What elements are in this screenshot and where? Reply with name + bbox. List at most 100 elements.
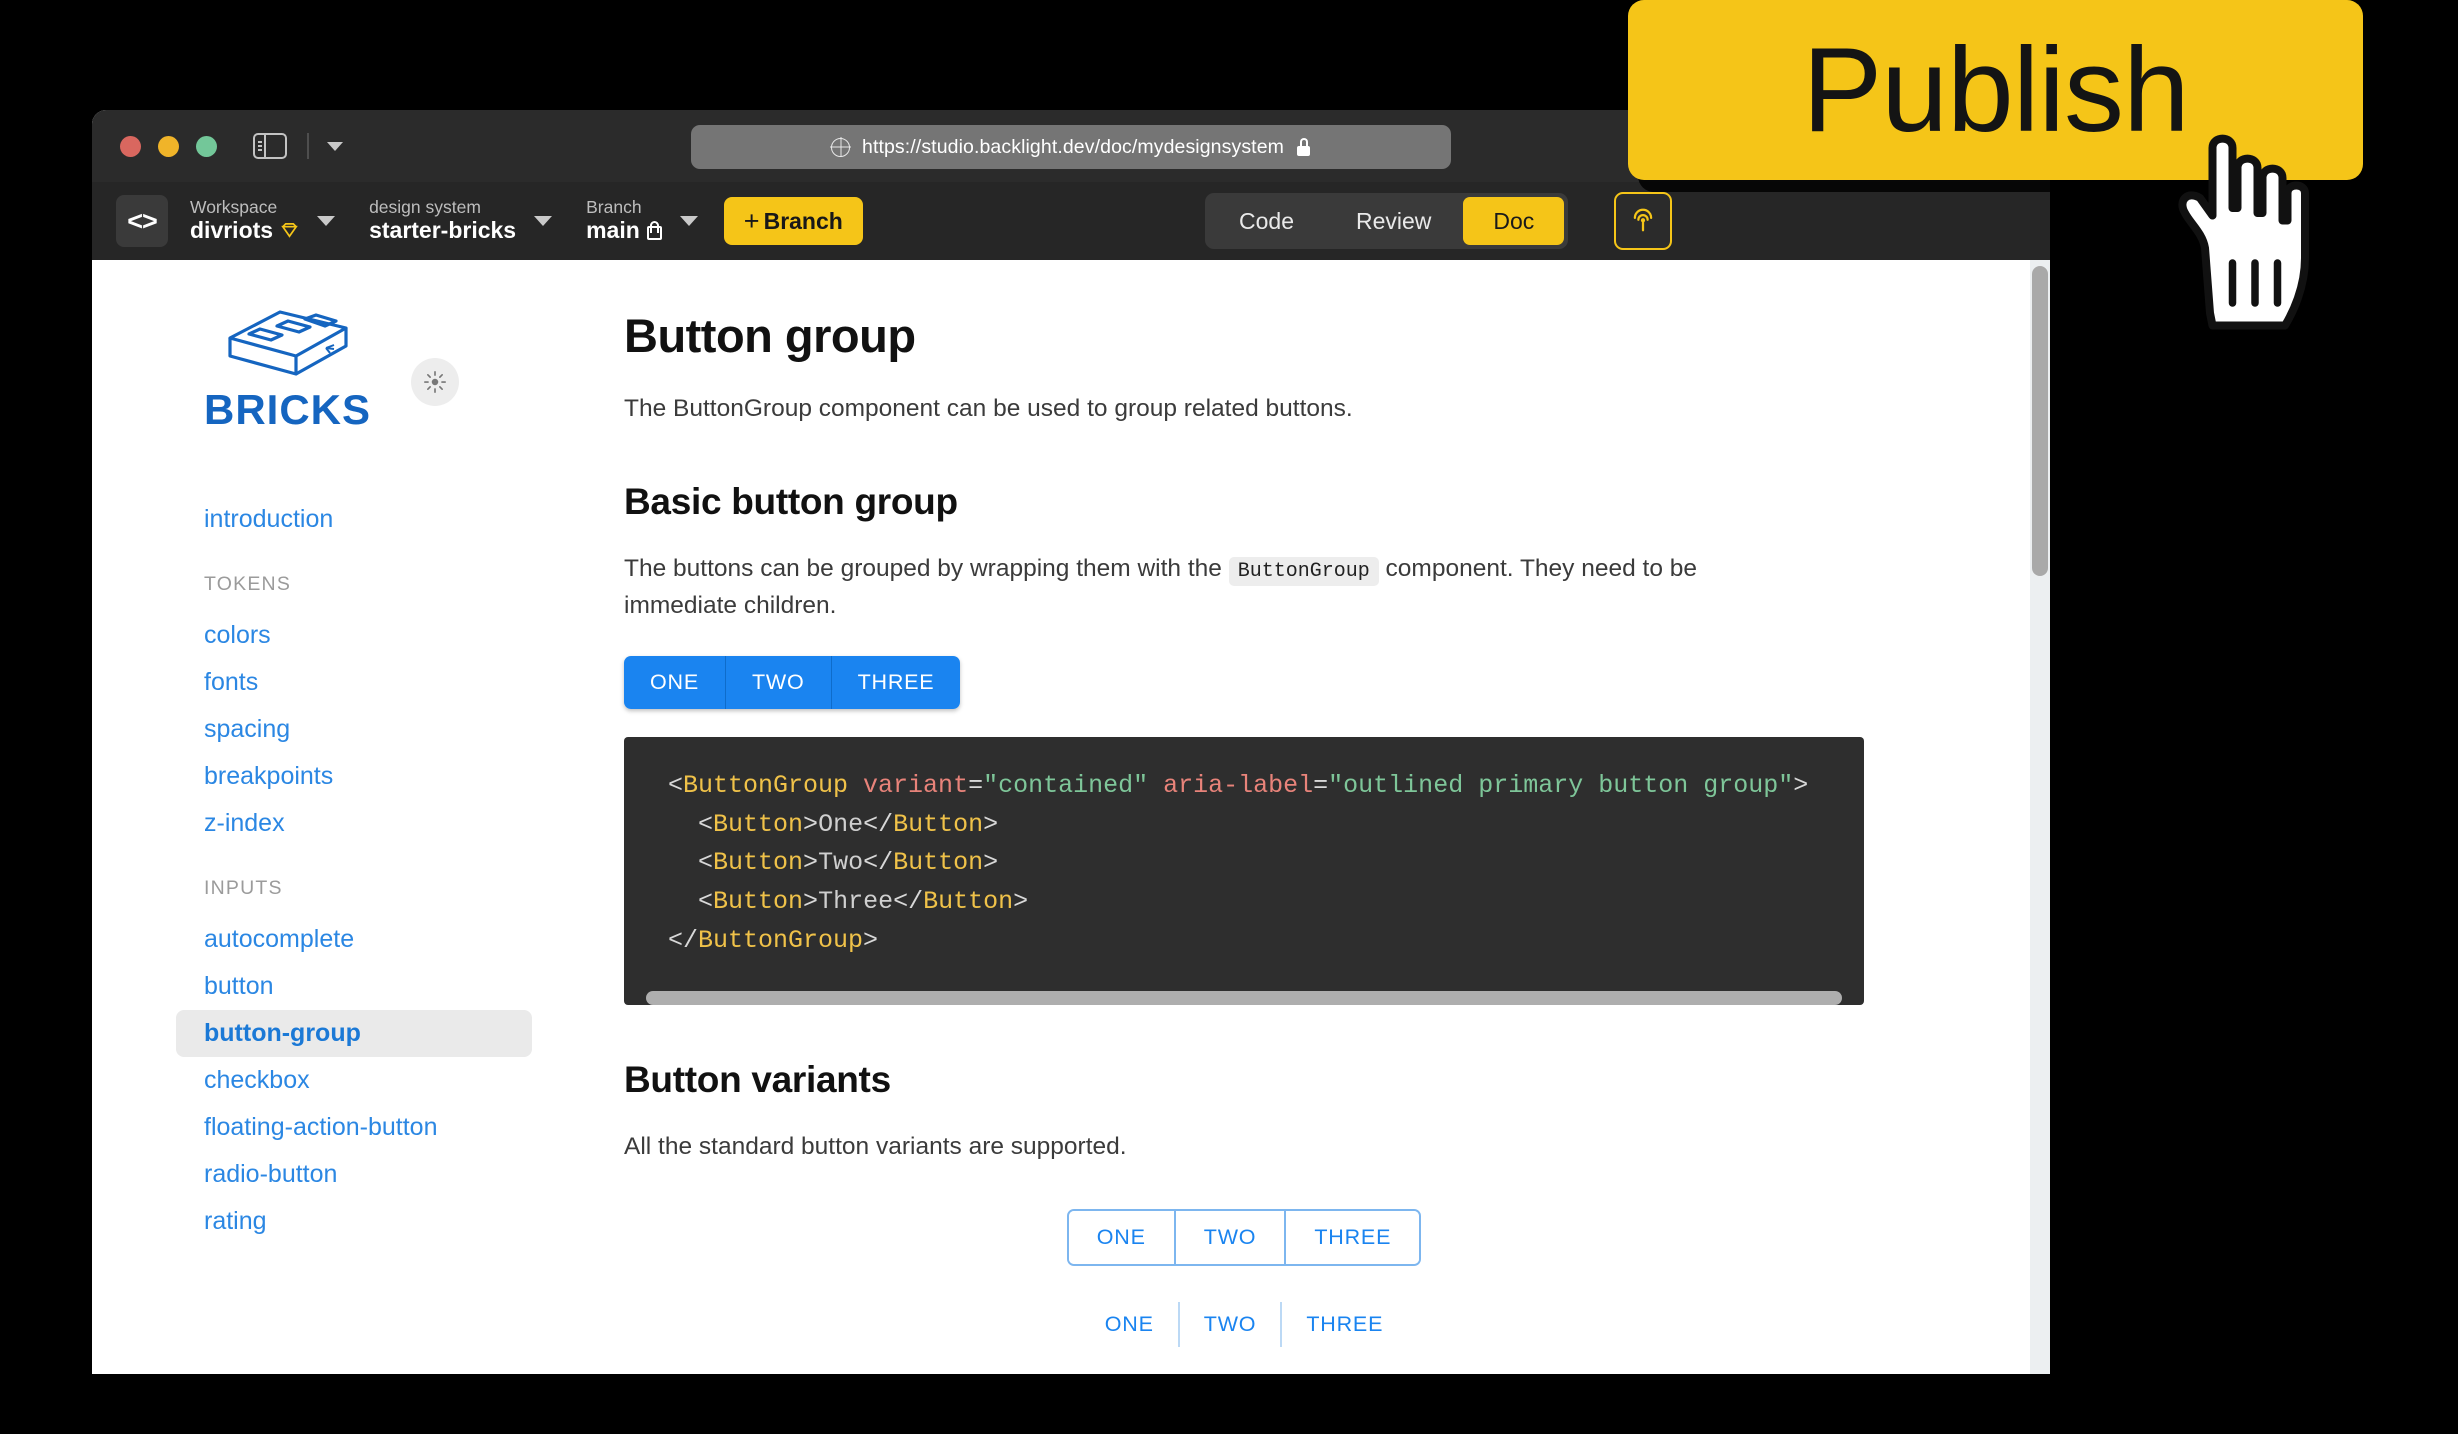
inline-code-buttongroup: ButtonGroup (1228, 557, 1379, 587)
sun-theme-icon[interactable] (411, 358, 460, 406)
page-scrollbar-thumb[interactable] (2032, 266, 2048, 576)
logo-glyph: <> (127, 205, 158, 236)
doc-sidebar: BRICKS introduction TOKENS colors fonts … (92, 260, 584, 1374)
sidebar-item-introduction[interactable]: introduction (92, 496, 560, 543)
doc-section2-paragraph: All the standard button variants are sup… (624, 1132, 1127, 1160)
section-heading-button-variants: Button variants (624, 1058, 891, 1100)
doc-section1-paragraph: The buttons can be grouped by wrapping t… (624, 551, 1784, 624)
code-text: Two (818, 848, 864, 878)
outlined-button-group-demo: ONE TWO THREE (1066, 1208, 1422, 1266)
code-tag: ButtonGroup (683, 770, 849, 800)
code-attr: variant (848, 770, 969, 800)
outlined-button-three[interactable]: THREE (1286, 1210, 1420, 1264)
lock-icon (1296, 138, 1311, 156)
design-system-value: starter-bricks (369, 216, 517, 243)
code-tag: Button (713, 809, 804, 839)
code-punc: = (968, 770, 984, 800)
code-tag: Button (713, 848, 804, 878)
sidebar-item-checkbox[interactable]: checkbox (92, 1057, 560, 1104)
sidebar-group-inputs: INPUTS (204, 877, 283, 899)
section-heading-basic-button-group: Basic button group (624, 481, 958, 523)
outlined-button-one[interactable]: ONE (1068, 1210, 1176, 1264)
brand-name: BRICKS (204, 386, 372, 433)
code-content: <ButtonGroup variant="contained" aria-la… (668, 770, 1809, 955)
code-tag: Button (893, 848, 984, 878)
code-punc: < (668, 770, 684, 800)
outlined-button-two[interactable]: TWO (1175, 1210, 1287, 1264)
window-controls (120, 135, 217, 157)
tab-doc[interactable]: Doc (1463, 197, 1565, 245)
add-branch-label: Branch (763, 207, 843, 234)
tab-review[interactable]: Review (1326, 197, 1461, 245)
doc-article: Button group The ButtonGroup component c… (624, 308, 1894, 1347)
chevron-down-icon[interactable] (327, 141, 343, 151)
minimize-window-button[interactable] (158, 135, 179, 157)
sidebar-item-breakpoints[interactable]: breakpoints (92, 753, 560, 800)
sidebar-item-fonts[interactable]: fonts (92, 659, 560, 706)
contained-button-group-demo: ONE TWO THREE (624, 655, 961, 709)
pointing-hand-cursor-icon (2155, 118, 2340, 333)
sidebar-item-autocomplete[interactable]: autocomplete (92, 916, 560, 963)
brand-row: BRICKS (92, 304, 584, 434)
sidebar-item-spacing[interactable]: spacing (92, 706, 560, 753)
branch-label: Branch (586, 197, 642, 218)
plus-icon: + (743, 205, 760, 236)
sidebar-item-floating-action-button[interactable]: floating-action-button (92, 1104, 560, 1151)
code-brackets-logo-icon[interactable]: <> (116, 195, 168, 247)
sidebar-item-radio-button[interactable]: radio-button (92, 1151, 560, 1198)
workspace-label: Workspace (190, 197, 278, 218)
sidebar-group-tokens: TOKENS (204, 573, 292, 595)
text-button-one[interactable]: ONE (1080, 1301, 1180, 1347)
code-tag: Button (713, 887, 804, 916)
code-string: "outlined primary button group" (1328, 770, 1794, 800)
add-branch-button[interactable]: + Branch (723, 197, 863, 245)
code-punc: > (1793, 770, 1809, 800)
toolbar-divider (307, 133, 309, 159)
design-system-selector[interactable]: design system starter-bricks (369, 197, 553, 243)
branch-value: main (586, 216, 640, 243)
branch-selector[interactable]: Branch main (586, 198, 698, 243)
sidebar-item-colors[interactable]: colors (92, 612, 560, 659)
address-bar[interactable]: https://studio.backlight.dev/doc/mydesig… (691, 125, 1451, 169)
contained-button-two[interactable]: TWO (726, 655, 832, 709)
code-punc: = (1313, 770, 1329, 800)
app-toolbar: <> Workspace divriots design system star… (92, 182, 2050, 260)
tab-code[interactable]: Code (1209, 197, 1324, 245)
outlined-group-row: ONE TWO THREE (624, 1208, 1864, 1266)
workspace-value: divriots (190, 216, 274, 243)
publish-broadcast-icon[interactable] (1614, 192, 1672, 250)
sidebar-nav-list: introduction TOKENS colors fonts spacing… (92, 496, 584, 1245)
code-tag: Button (893, 809, 984, 839)
code-text: One (818, 809, 864, 839)
sidebar-item-button[interactable]: button (92, 963, 560, 1010)
design-system-chevron-down-icon[interactable] (534, 216, 553, 226)
close-window-button[interactable] (120, 135, 141, 157)
brand-logo[interactable]: BRICKS (204, 304, 371, 434)
contained-button-one[interactable]: ONE (624, 655, 726, 709)
browser-window: https://studio.backlight.dev/doc/mydesig… (92, 110, 2050, 1374)
branch-chevron-down-icon[interactable] (679, 216, 698, 226)
page-body: BRICKS introduction TOKENS colors fonts … (92, 260, 2050, 1374)
sidebar-item-z-index[interactable]: z-index (92, 800, 560, 847)
doc-intro-paragraph: The ButtonGroup component can be used to… (624, 395, 1353, 422)
text-button-two[interactable]: TWO (1179, 1301, 1283, 1347)
code-text: Three (818, 887, 894, 916)
address-bar-url: https://studio.backlight.dev/doc/mydesig… (862, 135, 1284, 158)
publish-callout-label: Publish (1802, 23, 2190, 157)
sidebar-toggle-icon[interactable] (253, 133, 287, 159)
maximize-window-button[interactable] (196, 135, 217, 157)
design-system-label: design system (369, 197, 481, 218)
sidebar-item-button-group[interactable]: button-group (176, 1010, 532, 1057)
page-title: Button group (624, 309, 916, 362)
code-horizontal-scrollbar[interactable] (646, 990, 1842, 1005)
contained-button-three[interactable]: THREE (831, 655, 961, 709)
workspace-selector[interactable]: Workspace divriots (190, 197, 336, 243)
page-scrollbar-track[interactable] (2030, 260, 2050, 1374)
text-group-row: ONE TWO THREE (624, 1301, 1864, 1347)
sidebar-item-rating[interactable]: rating (92, 1198, 560, 1245)
code-block: <ButtonGroup variant="contained" aria-la… (624, 736, 1864, 1005)
workspace-chevron-down-icon[interactable] (317, 216, 336, 226)
section1-text-before: The buttons can be grouped by wrapping t… (624, 555, 1229, 583)
text-button-three[interactable]: THREE (1282, 1301, 1408, 1347)
brick-logo-icon (227, 310, 348, 376)
